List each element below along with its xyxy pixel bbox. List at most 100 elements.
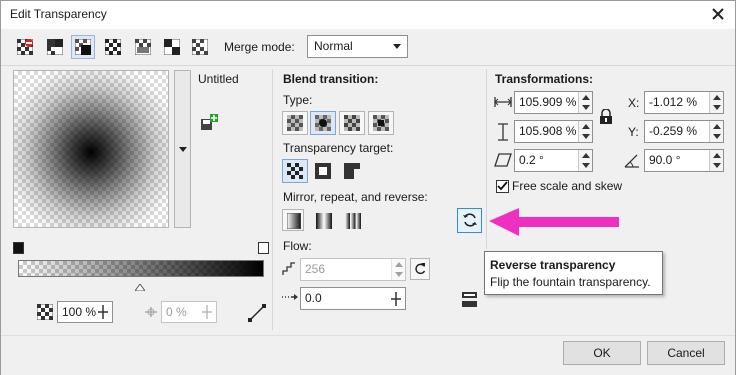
rectangular-fountain-icon <box>373 115 389 131</box>
linear-fountain-icon <box>287 115 303 131</box>
repeat-button[interactable] <box>340 209 364 231</box>
steps-icon <box>282 260 298 276</box>
conical-type-button[interactable] <box>339 111 365 135</box>
steps-value: 256 <box>305 262 326 276</box>
elliptical-fountain-icon <box>315 115 331 131</box>
acceleration-field[interactable]: 0.0 <box>300 287 406 310</box>
target-fill-button[interactable] <box>282 159 308 183</box>
default-fountain-button[interactable] <box>282 209 304 231</box>
end-node-handle[interactable] <box>258 242 269 254</box>
linear-type-button[interactable] <box>282 111 308 135</box>
all-target-icon <box>344 163 360 179</box>
merge-mode-dropdown[interactable]: Normal <box>307 35 408 58</box>
start-node-handle[interactable] <box>13 242 24 254</box>
texture-transparency-button[interactable] <box>188 35 212 59</box>
rotate-icon <box>623 151 641 169</box>
transformations-heading: Transformations: <box>495 72 594 86</box>
slider-toggle-icon <box>200 304 214 320</box>
acceleration-icon <box>281 291 299 303</box>
merge-mode-label: Merge mode: <box>224 40 295 54</box>
width-field[interactable]: 105.909 % <box>514 91 593 114</box>
skew-spinner[interactable] <box>578 150 592 171</box>
midpoint-icon <box>143 304 159 320</box>
mirror-repeat-label: Mirror, repeat, and reverse: <box>283 190 428 204</box>
flow-label: Flow: <box>283 239 312 253</box>
free-angle-handle-icon[interactable] <box>247 303 267 323</box>
checker-opacity-icon <box>36 303 54 321</box>
title-bar: Edit Transparency <box>1 1 735 29</box>
vector-pattern-transparency-button[interactable] <box>101 35 125 59</box>
skew-field[interactable]: 0.2 ° <box>514 149 593 172</box>
slider-toggle-icon[interactable] <box>389 291 403 307</box>
refresh-icon <box>415 263 426 275</box>
y-offset-field[interactable]: -0.259 % <box>644 120 724 143</box>
y-offset-value: -0.259 % <box>649 124 698 138</box>
steps-lock-button[interactable] <box>410 258 430 280</box>
chevron-down-icon <box>393 44 401 49</box>
x-offset-field[interactable]: -1.012 % <box>644 91 724 114</box>
reverse-transparency-tooltip: Reverse transparency Flip the fountain t… <box>484 251 663 295</box>
bitmap-pattern-icon <box>135 39 151 55</box>
skew-icon <box>494 153 512 167</box>
vector-pattern-icon <box>105 39 121 55</box>
cancel-button[interactable]: Cancel <box>647 341 725 365</box>
repeat-and-mirror-button[interactable] <box>311 209 335 231</box>
rectangular-type-button[interactable] <box>368 111 394 135</box>
free-scale-label: Free scale and skew <box>512 179 623 193</box>
reverse-icon <box>463 213 477 227</box>
reverse-transparency-button[interactable] <box>457 208 482 233</box>
rotate-field[interactable]: 90.0 ° <box>644 149 724 172</box>
conical-fountain-icon <box>344 115 360 131</box>
midpoint-field: 0 % <box>161 301 217 323</box>
texture-transparency-icon <box>192 39 208 55</box>
gradient-icon <box>287 213 301 229</box>
lock-icon[interactable] <box>599 108 613 125</box>
x-label: X: <box>628 96 640 110</box>
uniform-transparency-icon <box>47 39 63 55</box>
fountain-transparency-button[interactable] <box>71 35 95 59</box>
preset-picker-button[interactable] <box>174 70 191 228</box>
save-preset-icon[interactable] <box>200 114 218 131</box>
close-icon[interactable] <box>706 4 730 26</box>
toolbar-divider <box>1 65 735 66</box>
align-icon[interactable] <box>461 291 478 308</box>
free-scale-checkbox[interactable] <box>496 180 509 193</box>
width-icon <box>494 96 512 108</box>
ok-button[interactable]: OK <box>563 341 641 365</box>
x-offset-value: -1.012 % <box>649 95 698 109</box>
x-offset-spinner[interactable] <box>709 92 723 113</box>
two-color-pattern-icon <box>164 39 180 55</box>
height-icon <box>497 123 509 141</box>
transparency-target-label: Transparency target: <box>283 141 394 155</box>
bitmap-pattern-transparency-button[interactable] <box>131 35 155 59</box>
rotate-value: 90.0 ° <box>649 153 681 167</box>
dialog-footer: OK Cancel <box>1 335 735 375</box>
two-color-pattern-transparency-button[interactable] <box>160 35 184 59</box>
transparency-type-toolbar: Merge mode: Normal <box>1 29 735 65</box>
midpoint-value: 0 % <box>166 305 187 319</box>
mirror-icon <box>316 213 332 229</box>
transparency-ramp[interactable] <box>18 260 264 277</box>
column-divider-1 <box>272 69 273 330</box>
edit-transparency-dialog: Edit Transparency Merge mode: Normal Unt… <box>0 0 736 375</box>
no-transparency-button[interactable] <box>13 35 37 59</box>
height-spinner[interactable] <box>578 121 592 142</box>
height-field[interactable]: 105.908 % <box>514 120 593 143</box>
tooltip-body: Flip the fountain transparency. <box>490 275 651 289</box>
uniform-transparency-button[interactable] <box>43 35 67 59</box>
target-all-button[interactable] <box>339 159 365 183</box>
width-spinner[interactable] <box>578 92 592 113</box>
preset-name: Untitled <box>198 72 239 86</box>
opacity-field[interactable]: 100 % <box>57 301 113 323</box>
type-label: Type: <box>283 93 313 107</box>
elliptical-type-button[interactable] <box>310 111 336 135</box>
y-offset-spinner[interactable] <box>709 121 723 142</box>
target-outline-button[interactable] <box>310 159 336 183</box>
dialog-title: Edit Transparency <box>10 7 107 21</box>
transparency-preview[interactable] <box>13 70 169 228</box>
y-label: Y: <box>628 125 639 139</box>
slider-toggle-icon[interactable] <box>96 304 110 320</box>
midpoint-slider-icon[interactable] <box>134 280 146 292</box>
rotate-spinner[interactable] <box>709 150 723 171</box>
no-transparency-icon <box>17 39 33 55</box>
